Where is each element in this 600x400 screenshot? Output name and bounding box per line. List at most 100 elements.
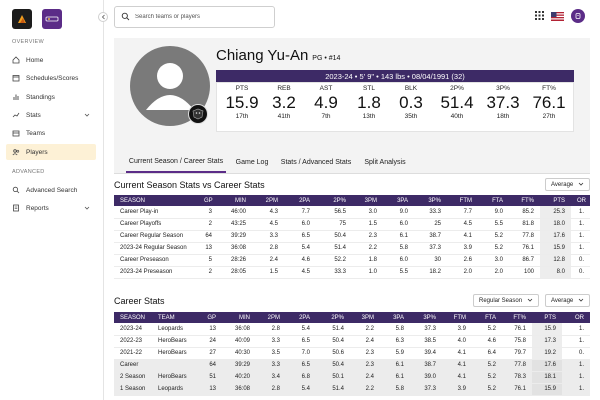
logo-group — [12, 9, 62, 29]
sidebar-item-teams[interactable]: Teams — [6, 125, 96, 141]
table-cell: Career Playoffs — [114, 218, 198, 231]
table-cell: 50.1 — [316, 371, 350, 384]
sidebar-item-label: Home — [26, 56, 44, 64]
column-header[interactable]: OR — [562, 312, 590, 323]
column-header[interactable]: SEASON — [114, 312, 152, 323]
table-cell: 1. — [571, 230, 590, 243]
table-row: 2 Season HeroBears 51 40:20 3.4 6.8 50.1 2.4 6.1… — [114, 371, 590, 384]
table-cell: 6.0 — [383, 218, 414, 231]
table-cell: 75.8 — [502, 335, 532, 348]
column-header[interactable]: 3PA — [380, 312, 410, 323]
column-header[interactable]: 3PM — [352, 195, 383, 206]
table-cell: 50.4 — [316, 335, 350, 348]
table-cell: 2023-24 Regular Season — [114, 242, 198, 255]
table-cell: 13 — [200, 383, 222, 396]
column-header[interactable]: 3P% — [410, 312, 442, 323]
column-header[interactable]: 3P% — [414, 195, 447, 206]
column-header[interactable]: 2P% — [316, 195, 352, 206]
table-cell: 2 — [198, 218, 218, 231]
table-cell: 12.8 — [540, 254, 571, 267]
table-cell: 1. — [562, 371, 590, 384]
tab-game-log[interactable]: Game Log — [232, 151, 272, 173]
column-header[interactable]: PTS — [540, 195, 571, 206]
column-header[interactable]: TEAM — [152, 312, 200, 323]
apps-grid-icon[interactable] — [535, 10, 544, 22]
column-header[interactable]: PTS — [532, 312, 562, 323]
sidebar-item-advanced-search[interactable]: Advanced Search — [6, 182, 96, 198]
table-row: Career Play-in 3 46:00 4.3 7.7 56.5 3.0 9.0 33.3… — [114, 206, 590, 219]
column-header[interactable]: MIN — [222, 312, 256, 323]
column-header[interactable]: GP — [198, 195, 218, 206]
sidebar-item-home[interactable]: Home — [6, 52, 96, 68]
table-cell: 17.3 — [532, 335, 562, 348]
search-box[interactable] — [114, 6, 275, 28]
season-type-dropdown[interactable]: Regular Season — [473, 294, 539, 307]
tab-stats-advanced[interactable]: Stats / Advanced Stats — [278, 151, 354, 173]
home-icon — [12, 56, 20, 64]
table-cell: 1. — [562, 359, 590, 372]
table-cell: 6.5 — [286, 335, 316, 348]
sidebar-item-players[interactable]: Players — [6, 144, 96, 160]
table-cell: 5.2 — [472, 323, 502, 336]
table-cell: 2.4 — [252, 254, 284, 267]
column-header[interactable]: 2PA — [286, 312, 316, 323]
table-cell: 6.5 — [284, 230, 316, 243]
advanced-section-label: ADVANCED — [12, 169, 45, 175]
column-header[interactable]: FTM — [447, 195, 478, 206]
column-header[interactable]: OR — [571, 195, 590, 206]
table-cell: 4.0 — [442, 335, 472, 348]
column-header[interactable]: 2PA — [284, 195, 316, 206]
table-cell: 1. — [571, 218, 590, 231]
sidebar-item-reports[interactable]: Reports — [6, 200, 96, 216]
sidebar-item-standings[interactable]: Standings — [6, 89, 96, 105]
table-cell: 5.2 — [472, 383, 502, 396]
user-avatar[interactable] — [571, 9, 585, 23]
column-header[interactable]: FT% — [509, 195, 540, 206]
search-icon — [12, 186, 20, 194]
table-cell: 39:29 — [222, 359, 256, 372]
tab-split-analysis[interactable]: Split Analysis — [360, 151, 410, 173]
column-header[interactable]: GP — [200, 312, 222, 323]
table-cell: 2.2 — [350, 383, 380, 396]
table-cell: 2.8 — [256, 323, 286, 336]
stat-2p-pct: 2P% 51.4 40th — [440, 85, 474, 120]
column-header[interactable]: MIN — [218, 195, 252, 206]
column-header[interactable]: FTM — [442, 312, 472, 323]
league-logo[interactable] — [12, 9, 32, 29]
table-cell: 6.4 — [472, 347, 502, 360]
table-cell: 8.0 — [540, 266, 571, 279]
table-cell: 5.9 — [380, 347, 410, 360]
sidebar-collapse-button[interactable] — [98, 12, 108, 22]
career-stats-title: Career Stats — [114, 296, 165, 306]
stat-ft-pct: FT% 76.1 27th — [532, 85, 566, 120]
table-cell: 46:00 — [218, 206, 252, 219]
column-header[interactable]: FT% — [502, 312, 532, 323]
career-average-dropdown[interactable]: Average — [545, 294, 590, 307]
current-average-dropdown[interactable]: Average — [545, 178, 590, 191]
column-header[interactable]: 3PM — [350, 312, 380, 323]
sidebar-item-stats[interactable]: Stats — [6, 107, 96, 123]
tab-current-season-career-stats[interactable]: Current Season / Career Stats — [126, 151, 226, 173]
table-cell: 5.8 — [380, 323, 410, 336]
search-input[interactable] — [135, 14, 265, 20]
us-flag-icon[interactable] — [551, 11, 564, 21]
column-header[interactable]: 2P% — [316, 312, 350, 323]
team-logo[interactable] — [42, 9, 62, 29]
table-row: 2022-23 HeroBears 24 40:09 3.3 6.5 50.4 2.4 6.3 3… — [114, 335, 590, 348]
stat-blk: BLK 0.3 35th — [399, 85, 423, 120]
table-cell: Leopards — [152, 323, 200, 336]
column-header[interactable]: SEASON — [114, 195, 198, 206]
column-header[interactable]: FTA — [478, 195, 509, 206]
table-row: Career Preseason 5 28:26 2.4 4.6 52.2 1.8 6.0 30… — [114, 254, 590, 267]
table-cell: 9.0 — [478, 206, 509, 219]
column-header[interactable]: 2PM — [256, 312, 286, 323]
sidebar-item-schedules[interactable]: Schedules/Scores — [6, 70, 96, 86]
table-cell: 64 — [200, 359, 222, 372]
sidebar: OVERVIEW Home Schedules/Scores Standings… — [0, 0, 104, 400]
table-cell: 51.4 — [316, 383, 350, 396]
table-cell: 6.1 — [383, 230, 414, 243]
table-cell: 1.8 — [352, 254, 383, 267]
column-header[interactable]: 2PM — [252, 195, 284, 206]
column-header[interactable]: FTA — [472, 312, 502, 323]
column-header[interactable]: 3PA — [383, 195, 414, 206]
